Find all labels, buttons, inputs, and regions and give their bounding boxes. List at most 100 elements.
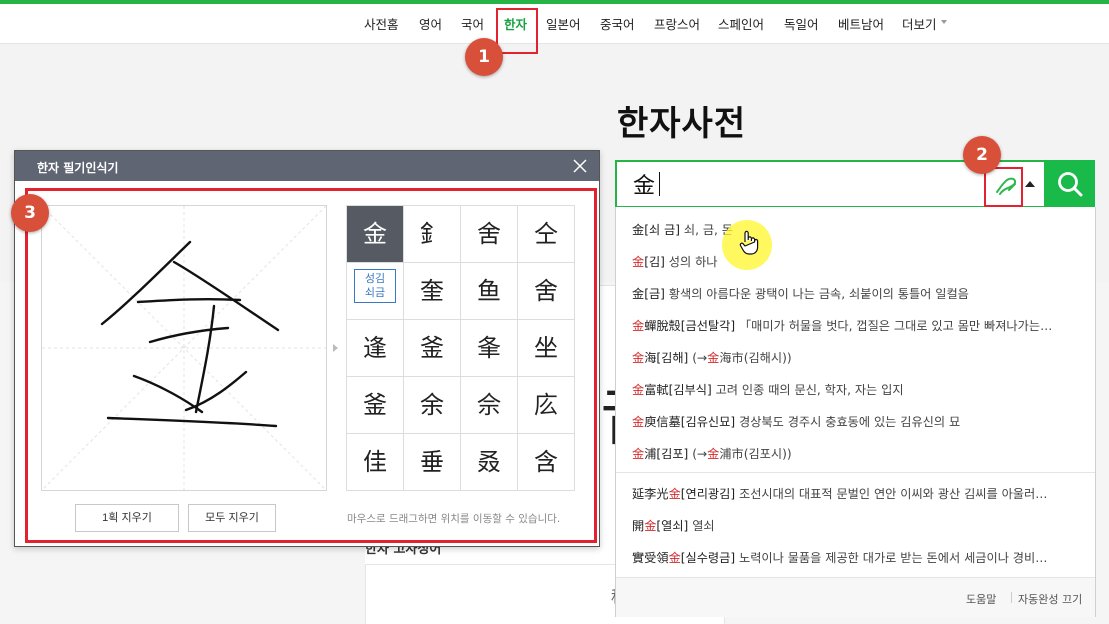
candidate-grid: 金 釒 舍 仝 성김 쇠금 奎 鱼 舍 逢 釜 夆 坐 釜 余 佘 庅 佳 垂 …	[346, 205, 575, 491]
autocomplete-item[interactable]: 金[금] 황색의 아름다운 광택이 나는 금속, 쇠붙이의 통틀어 일컬음	[632, 284, 1087, 302]
ac-desc: 조선시대의 대표적 문벌인 연안 이씨와 광산 김씨를 아울러…	[739, 487, 1048, 501]
handwriting-panel-title: 한자 필기인식기	[37, 161, 119, 175]
search-button[interactable]	[1045, 160, 1095, 208]
nav-item-spanish[interactable]: 스페인어	[718, 14, 764, 33]
close-icon[interactable]	[571, 157, 589, 178]
ac-head: 金庾信墓	[632, 415, 681, 429]
candidate-cell[interactable]: 釜	[404, 320, 461, 377]
candidate-cell[interactable]: 舍	[461, 206, 518, 263]
ac-desc: 「매미가 허물을 벗다, 껍질은 그대로 있고 몸만 빠져나가는…	[739, 319, 1053, 333]
step-badge-2: 2	[963, 136, 1001, 174]
ac-head: 開金	[632, 519, 657, 533]
ac-reading: [김부식]	[668, 383, 712, 397]
footer-divider	[1011, 592, 1012, 603]
nav-highlight-box	[496, 8, 538, 54]
ac-head: 金	[632, 223, 645, 237]
page-title: 한자사전	[617, 104, 747, 144]
autocomplete-item[interactable]: 金蟬脫殼[금선탈각] 「매미가 허물을 벗다, 껍질은 그대로 있고 몸만 빠져…	[632, 316, 1087, 334]
ac-head: 實受領金	[632, 551, 681, 565]
nav-item-more[interactable]: 더보기	[902, 14, 937, 33]
nav-item-german[interactable]: 독일어	[784, 14, 819, 33]
candidate-reading-box: 성김 쇠금	[354, 269, 396, 303]
ac-reading: [열쇠]	[656, 519, 689, 533]
handwriting-icon-highlight	[984, 167, 1023, 207]
step-badge-3: 3	[11, 194, 49, 232]
candidate-cell[interactable]: 坐	[518, 320, 575, 377]
result-arrow-icon	[333, 344, 338, 352]
handwriting-panel[interactable]: 한자 필기인식기 金 釒 舍 仝 성김 쇠금 奎 鱼 舍 逢 釜 夆 坐 釜 余…	[14, 150, 600, 547]
candidate-cell[interactable]: 余	[404, 377, 461, 434]
reading-line-2: 쇠금	[364, 287, 386, 299]
candidate-cell[interactable]: 庅	[518, 377, 575, 434]
drag-hint-text: 마우스로 드래그하면 위치를 이동할 수 있습니다.	[347, 513, 561, 525]
candidate-cell[interactable]: 仝	[518, 206, 575, 263]
autocomplete-item[interactable]: 金[김] 성의 하나	[632, 252, 1087, 270]
ac-desc: 노력이나 물품을 제공한 대가로 받는 돈에서 세금이나 경비…	[739, 551, 1048, 565]
autocomplete-footer: 도움말 자동완성 끄기	[616, 577, 1095, 617]
ac-reading: [연리광김]	[680, 487, 736, 501]
search-icon	[1058, 172, 1083, 197]
handwriting-canvas[interactable]	[41, 205, 327, 491]
ac-head: 金	[632, 287, 645, 301]
autocomplete-off-link[interactable]: 자동완성 끄기	[1018, 591, 1082, 607]
autocomplete-help-link[interactable]: 도움말	[966, 591, 996, 607]
ac-desc: 열쇠	[692, 519, 715, 533]
nav-item-vietnamese[interactable]: 베트남어	[838, 14, 884, 33]
ac-reading: [실수령금]	[680, 551, 736, 565]
nav-item-japanese[interactable]: 일본어	[546, 14, 581, 33]
hand-pointer-icon	[738, 230, 760, 259]
candidate-cell[interactable]: 逢	[347, 320, 404, 377]
nav-item-chinese[interactable]: 중국어	[600, 14, 635, 33]
candidate-cell[interactable]: 釒	[404, 206, 461, 263]
candidate-cell[interactable]: 佳	[347, 434, 404, 491]
ac-reading: [김]	[644, 255, 665, 269]
more-caret-icon	[941, 20, 947, 24]
candidate-cell[interactable]: 佘	[461, 377, 518, 434]
nav-item-english[interactable]: 영어	[419, 14, 442, 33]
ac-desc: 고려 인종 때의 문신, 학자, 자는 입지	[715, 383, 904, 397]
nav-item-french[interactable]: 프랑스어	[654, 14, 700, 33]
candidate-reading-cell: 성김 쇠금	[347, 263, 404, 320]
search-input[interactable]	[633, 168, 973, 200]
ac-head: 延李光金	[632, 487, 681, 501]
ac-reading: [쇠 금]	[644, 223, 680, 237]
ac-reading: [금선탈각]	[680, 319, 736, 333]
candidate-cell[interactable]: 夆	[461, 320, 518, 377]
candidate-cell[interactable]: 叒	[461, 434, 518, 491]
autocomplete-item[interactable]: 開金[열쇠] 열쇠	[632, 516, 1087, 534]
ac-head: 金海	[632, 351, 657, 365]
nav-item-korean[interactable]: 국어	[461, 14, 484, 33]
autocomplete-item[interactable]: 金浦[김포] (→金浦市(김포시))	[632, 444, 1087, 462]
clear-one-stroke-button[interactable]: 1획 지우기	[75, 504, 179, 532]
ac-reading: [김유신묘]	[680, 415, 736, 429]
step-badge-1: 1	[465, 38, 503, 76]
ac-reading: [김포]	[656, 447, 689, 461]
candidate-cell[interactable]: 金	[347, 206, 404, 263]
autocomplete-divider	[616, 472, 1095, 473]
ac-reading: [김해]	[656, 351, 689, 365]
ac-head: 金	[632, 255, 645, 269]
candidate-cell[interactable]: 垂	[404, 434, 461, 491]
candidate-cell[interactable]: 鱼	[461, 263, 518, 320]
autocomplete-toggle-arrow-icon[interactable]	[1025, 181, 1035, 187]
autocomplete-item[interactable]: 延李光金[연리광김] 조선시대의 대표적 문벌인 연안 이씨와 광산 김씨를 아…	[632, 484, 1087, 502]
ac-desc: 황색의 아름다운 광택이 나는 금속, 쇠붙이의 통틀어 일컬음	[668, 287, 969, 301]
candidate-cell[interactable]: 釜	[347, 377, 404, 434]
ac-desc: (→金海市(김해시))	[692, 351, 792, 365]
autocomplete-item[interactable]: 金富軾[김부식] 고려 인종 때의 문신, 학자, 자는 입지	[632, 380, 1087, 398]
candidate-cell[interactable]: 舍	[518, 263, 575, 320]
ac-head: 金蟬脫殼	[632, 319, 681, 333]
dictionary-nav: 사전홈 영어 국어 한자 일본어 중국어 프랑스어 스페인어 독일어 베트남어 …	[0, 4, 1109, 44]
autocomplete-item[interactable]: 金庾信墓[김유신묘] 경상북도 경주시 충효동에 있는 김유신의 묘	[632, 412, 1087, 430]
candidate-cell[interactable]: 奎	[404, 263, 461, 320]
autocomplete-dropdown: 金[쇠 금] 쇠, 금, 돈 金[김] 성의 하나 金[금] 황색의 아름다운 …	[615, 207, 1096, 617]
ac-desc: 경상북도 경주시 충효동에 있는 김유신의 묘	[739, 415, 961, 429]
ac-head: 金富軾	[632, 383, 669, 397]
handwriting-panel-header[interactable]: 한자 필기인식기	[15, 151, 599, 181]
autocomplete-item[interactable]: 金[쇠 금] 쇠, 금, 돈	[632, 220, 1087, 238]
clear-all-button[interactable]: 모두 지우기	[188, 504, 276, 532]
nav-item-home[interactable]: 사전홈	[364, 14, 399, 33]
autocomplete-item[interactable]: 實受領金[실수령금] 노력이나 물품을 제공한 대가로 받는 돈에서 세금이나 …	[632, 548, 1087, 566]
candidate-cell[interactable]: 含	[518, 434, 575, 491]
autocomplete-item[interactable]: 金海[김해] (→金海市(김해시))	[632, 348, 1087, 366]
